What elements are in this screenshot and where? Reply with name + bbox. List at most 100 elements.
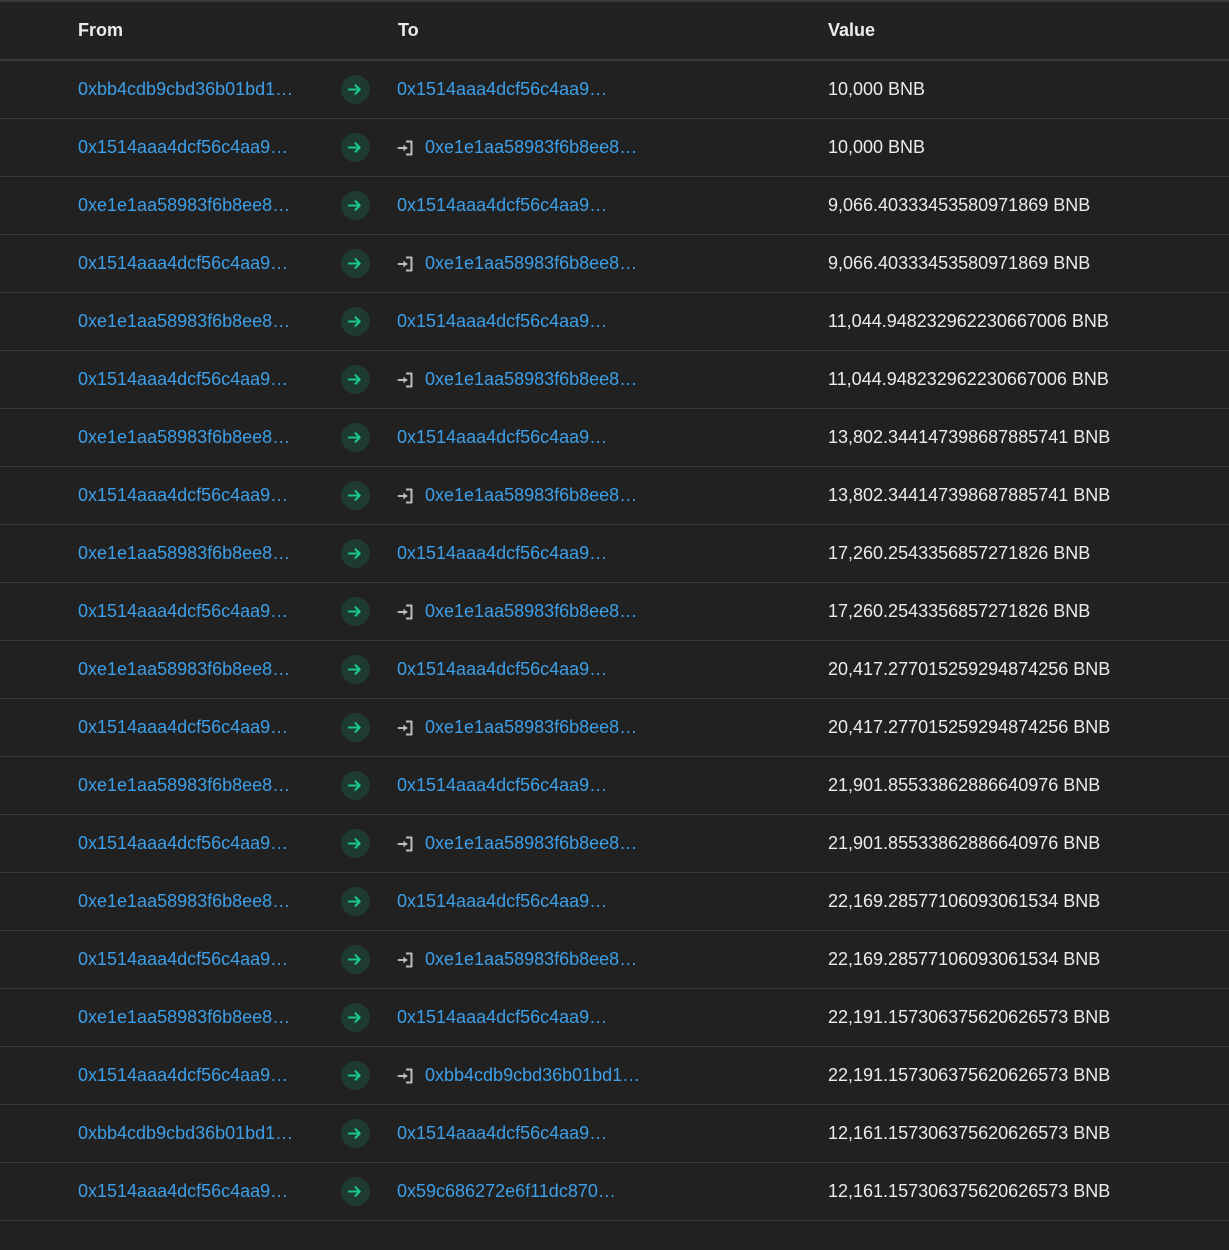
table-row: 0x1514aaa4dcf56c4aa9… 0xbb4cdb9cbd36b01bd… — [0, 1047, 1229, 1105]
header-value: Value — [828, 20, 876, 40]
to-address-link[interactable]: 0x1514aaa4dcf56c4aa9… — [397, 293, 629, 350]
to-address-link[interactable]: 0xe1e1aa58983f6b8ee8… — [425, 815, 657, 872]
to-address-link[interactable]: 0x1514aaa4dcf56c4aa9… — [397, 873, 629, 930]
arrow-right-icon[interactable] — [341, 655, 370, 684]
transfer-value: 22,191.157306375620626573 BNB — [828, 1065, 1111, 1085]
table-row: 0x1514aaa4dcf56c4aa9… 0xe1e1aa58983f6b8ee… — [0, 815, 1229, 873]
sign-in-icon — [397, 603, 415, 621]
transfer-value: 12,161.157306375620626573 BNB — [828, 1123, 1111, 1143]
arrow-right-icon[interactable] — [341, 1177, 370, 1206]
to-address-link[interactable]: 0x1514aaa4dcf56c4aa9… — [397, 409, 629, 466]
table-row: 0x1514aaa4dcf56c4aa9… 0xe1e1aa58983f6b8ee… — [0, 351, 1229, 409]
from-address-link[interactable]: 0x1514aaa4dcf56c4aa9… — [78, 699, 310, 756]
to-address-link[interactable]: 0x1514aaa4dcf56c4aa9… — [397, 525, 629, 582]
transfer-value: 17,260.2543356857271826 BNB — [828, 601, 1091, 621]
to-address-link[interactable]: 0xe1e1aa58983f6b8ee8… — [425, 235, 657, 292]
from-address-link[interactable]: 0xe1e1aa58983f6b8ee8… — [78, 177, 310, 234]
transfer-value: 9,066.40333453580971869 BNB — [828, 195, 1091, 215]
arrow-right-icon[interactable] — [341, 481, 370, 510]
transfer-value: 13,802.344147398687885741 BNB — [828, 427, 1111, 447]
table-row: 0x1514aaa4dcf56c4aa9… 0x59c686272e6f11dc8… — [0, 1163, 1229, 1221]
from-address-link[interactable]: 0xe1e1aa58983f6b8ee8… — [78, 409, 310, 466]
table-row: 0x1514aaa4dcf56c4aa9… 0xe1e1aa58983f6b8ee… — [0, 235, 1229, 293]
from-address-link[interactable]: 0x1514aaa4dcf56c4aa9… — [78, 1047, 310, 1104]
arrow-right-icon[interactable] — [341, 539, 370, 568]
table-row: 0x1514aaa4dcf56c4aa9… 0xe1e1aa58983f6b8ee… — [0, 931, 1229, 989]
arrow-right-icon[interactable] — [341, 887, 370, 916]
from-address-link[interactable]: 0xe1e1aa58983f6b8ee8… — [78, 641, 310, 698]
to-address-link[interactable]: 0xe1e1aa58983f6b8ee8… — [425, 119, 657, 176]
transfer-value: 12,161.157306375620626573 BNB — [828, 1181, 1111, 1201]
table-row: 0x1514aaa4dcf56c4aa9… 0xe1e1aa58983f6b8ee… — [0, 119, 1229, 177]
arrow-right-icon[interactable] — [341, 365, 370, 394]
table-row: 0xe1e1aa58983f6b8ee8… 0x1514aaa4dcf56c4aa… — [0, 525, 1229, 583]
from-address-link[interactable]: 0x1514aaa4dcf56c4aa9… — [78, 583, 310, 640]
transfer-value: 11,044.948232962230667006 BNB — [828, 311, 1109, 331]
to-address-link[interactable]: 0x1514aaa4dcf56c4aa9… — [397, 177, 629, 234]
to-address-link[interactable]: 0x1514aaa4dcf56c4aa9… — [397, 641, 629, 698]
arrow-right-icon[interactable] — [341, 133, 370, 162]
table-row: 0xe1e1aa58983f6b8ee8… 0x1514aaa4dcf56c4aa… — [0, 641, 1229, 699]
arrow-right-icon[interactable] — [341, 713, 370, 742]
from-address-link[interactable]: 0xe1e1aa58983f6b8ee8… — [78, 293, 310, 350]
from-address-link[interactable]: 0x1514aaa4dcf56c4aa9… — [78, 467, 310, 524]
to-address-link[interactable]: 0x1514aaa4dcf56c4aa9… — [397, 757, 629, 814]
table-row: 0xe1e1aa58983f6b8ee8… 0x1514aaa4dcf56c4aa… — [0, 409, 1229, 467]
table-row: 0xe1e1aa58983f6b8ee8… 0x1514aaa4dcf56c4aa… — [0, 757, 1229, 815]
from-address-link[interactable]: 0xe1e1aa58983f6b8ee8… — [78, 989, 310, 1046]
transfer-value: 21,901.85533862886640976 BNB — [828, 775, 1101, 795]
to-address-link[interactable]: 0x59c686272e6f11dc870… — [397, 1163, 629, 1220]
transfer-value: 22,191.157306375620626573 BNB — [828, 1007, 1111, 1027]
to-address-link[interactable]: 0xbb4cdb9cbd36b01bd1… — [425, 1047, 657, 1104]
transfer-value: 13,802.344147398687885741 BNB — [828, 485, 1111, 505]
from-address-link[interactable]: 0x1514aaa4dcf56c4aa9… — [78, 235, 310, 292]
to-address-link[interactable]: 0xe1e1aa58983f6b8ee8… — [425, 351, 657, 408]
to-address-link[interactable]: 0x1514aaa4dcf56c4aa9… — [397, 61, 629, 118]
from-address-link[interactable]: 0xe1e1aa58983f6b8ee8… — [78, 525, 310, 582]
arrow-right-icon[interactable] — [341, 75, 370, 104]
arrow-right-icon[interactable] — [341, 1061, 370, 1090]
table-row: 0xe1e1aa58983f6b8ee8… 0x1514aaa4dcf56c4aa… — [0, 177, 1229, 235]
transfer-value: 11,044.948232962230667006 BNB — [828, 369, 1109, 389]
sign-in-icon — [397, 951, 415, 969]
table-row: 0x1514aaa4dcf56c4aa9… 0xe1e1aa58983f6b8ee… — [0, 699, 1229, 757]
from-address-link[interactable]: 0x1514aaa4dcf56c4aa9… — [78, 351, 310, 408]
to-address-link[interactable]: 0xe1e1aa58983f6b8ee8… — [425, 699, 657, 756]
sign-in-icon — [397, 1067, 415, 1085]
transfer-value: 21,901.85533862886640976 BNB — [828, 833, 1101, 853]
sign-in-icon — [397, 371, 415, 389]
arrow-right-icon[interactable] — [341, 423, 370, 452]
sign-in-icon — [397, 255, 415, 273]
table-row: 0xe1e1aa58983f6b8ee8… 0x1514aaa4dcf56c4aa… — [0, 293, 1229, 351]
from-address-link[interactable]: 0xe1e1aa58983f6b8ee8… — [78, 757, 310, 814]
arrow-right-icon[interactable] — [341, 249, 370, 278]
arrow-right-icon[interactable] — [341, 1119, 370, 1148]
to-address-link[interactable]: 0xe1e1aa58983f6b8ee8… — [425, 583, 657, 640]
transfer-value: 20,417.277015259294874256 BNB — [828, 659, 1111, 679]
header-from: From — [78, 20, 123, 40]
to-address-link[interactable]: 0x1514aaa4dcf56c4aa9… — [397, 989, 629, 1046]
transfer-value: 10,000 BNB — [828, 79, 926, 99]
arrow-right-icon[interactable] — [341, 829, 370, 858]
from-address-link[interactable]: 0x1514aaa4dcf56c4aa9… — [78, 815, 310, 872]
sign-in-icon — [397, 487, 415, 505]
to-address-link[interactable]: 0xe1e1aa58983f6b8ee8… — [425, 931, 657, 988]
sign-in-icon — [397, 835, 415, 853]
transfer-value: 10,000 BNB — [828, 137, 926, 157]
from-address-link[interactable]: 0x1514aaa4dcf56c4aa9… — [78, 119, 310, 176]
from-address-link[interactable]: 0xe1e1aa58983f6b8ee8… — [78, 873, 310, 930]
arrow-right-icon[interactable] — [341, 307, 370, 336]
arrow-right-icon[interactable] — [341, 191, 370, 220]
table-row: 0xbb4cdb9cbd36b01bd1… 0x1514aaa4dcf56c4aa… — [0, 61, 1229, 119]
to-address-link[interactable]: 0xe1e1aa58983f6b8ee8… — [425, 467, 657, 524]
arrow-right-icon[interactable] — [341, 1003, 370, 1032]
arrow-right-icon[interactable] — [341, 597, 370, 626]
to-address-link[interactable]: 0x1514aaa4dcf56c4aa9… — [397, 1105, 629, 1162]
arrow-right-icon[interactable] — [341, 771, 370, 800]
from-address-link[interactable]: 0x1514aaa4dcf56c4aa9… — [78, 1163, 310, 1220]
from-address-link[interactable]: 0x1514aaa4dcf56c4aa9… — [78, 931, 310, 988]
table-row: 0xe1e1aa58983f6b8ee8… 0x1514aaa4dcf56c4aa… — [0, 873, 1229, 931]
from-address-link[interactable]: 0xbb4cdb9cbd36b01bd1… — [78, 61, 310, 118]
arrow-right-icon[interactable] — [341, 945, 370, 974]
from-address-link[interactable]: 0xbb4cdb9cbd36b01bd1… — [78, 1105, 310, 1162]
